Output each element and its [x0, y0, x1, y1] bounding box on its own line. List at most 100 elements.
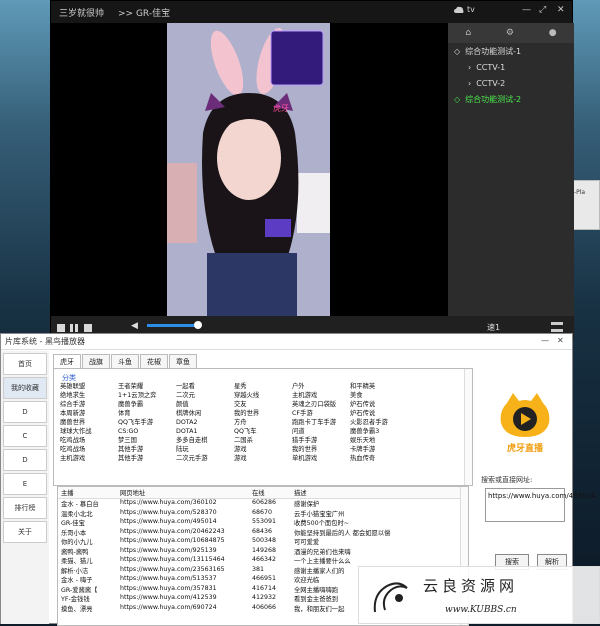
sidebar-item[interactable]: D [3, 449, 47, 471]
next-button[interactable] [84, 324, 92, 332]
tab-item[interactable]: 花椒 [140, 354, 168, 369]
category-item[interactable]: 多多自走棋 [176, 436, 234, 445]
sidebar-item[interactable]: 排行榜 [3, 497, 47, 519]
category-item[interactable]: DOTA1 [176, 427, 234, 436]
user-icon[interactable]: ● [549, 28, 557, 38]
category-item[interactable]: 跑跑卡丁车手游 [292, 418, 350, 427]
home-icon[interactable]: ⌂ [465, 28, 471, 38]
table-row[interactable]: 你的小九儿 https://www.huya.com/10684875 500348… [58, 537, 468, 547]
category-item[interactable]: 我的世界 [292, 445, 350, 454]
tab-item[interactable]: 战旗 [82, 354, 110, 369]
category-item[interactable]: 游戏 [234, 454, 292, 463]
tv-label[interactable]: tv [454, 5, 475, 14]
sidebar-item[interactable]: E [3, 473, 47, 495]
category-item[interactable]: 其他手游 [118, 454, 176, 463]
category-item[interactable]: CF手游 [292, 409, 350, 418]
category-item[interactable]: 吃鸡战场 [60, 445, 118, 454]
close-button[interactable]: ✕ [557, 336, 564, 345]
category-item[interactable]: QQ飞车手游 [118, 418, 176, 427]
category-item[interactable]: 户外 [292, 382, 350, 391]
category-item[interactable]: 英雄联盟 [60, 382, 118, 391]
category-item[interactable]: 猎手手游 [292, 436, 350, 445]
table-row[interactable]: 金水 - 慕白台 https://www.huya.com/360102 60628… [58, 499, 468, 509]
category-item[interactable]: 交友 [234, 400, 292, 409]
category-item[interactable]: 吃鸡战场 [60, 436, 118, 445]
column-header[interactable]: 主播 [58, 488, 120, 497]
category-item[interactable]: QQ飞车 [234, 427, 292, 436]
volume-knob[interactable] [194, 321, 202, 329]
category-item[interactable]: CS:GO [118, 427, 176, 436]
sidebar-item[interactable]: C [3, 425, 47, 447]
category-item[interactable]: 综合手游 [60, 400, 118, 409]
category-item[interactable]: 火影忍者手游 [350, 418, 408, 427]
category-item[interactable]: 球球大作战 [60, 427, 118, 436]
category-item[interactable]: 1+1云顶之弈 [118, 391, 176, 400]
category-item[interactable]: 单机游戏 [292, 454, 350, 463]
rate-label[interactable]: 速1 [487, 322, 500, 333]
settings-icon[interactable]: ⚙ [506, 28, 514, 38]
channel-item[interactable]: › CCTV-2 [448, 75, 574, 91]
table-row[interactable]: 柔猫、猫儿 https://www.huya.com/13115464 466342… [58, 556, 468, 566]
sidebar-item[interactable]: D [3, 401, 47, 423]
category-item[interactable]: 游戏 [234, 445, 292, 454]
category-item[interactable]: 梦三国 [118, 436, 176, 445]
category-item[interactable]: 我的世界 [234, 409, 292, 418]
grid-icon[interactable] [551, 322, 563, 332]
tab-item[interactable]: 虎牙 [53, 354, 81, 369]
category-item[interactable]: 魔兽争霸3 [350, 427, 408, 436]
sidebar-item[interactable]: 首页 [3, 353, 47, 375]
category-item[interactable]: 热血传奇 [350, 454, 408, 463]
table-row[interactable]: 酱鸭-酱鸭 https://www.huya.com/925139 149268 酒漫… [58, 547, 468, 557]
table-row[interactable]: GR-佳宝 https://www.huya.com/495014 553091 收费… [58, 518, 468, 528]
category-item[interactable]: 颜值 [176, 400, 234, 409]
category-item[interactable]: 炉石传说 [350, 400, 408, 409]
category-item[interactable]: 陆玩 [176, 445, 234, 454]
stop-button[interactable] [57, 324, 65, 332]
category-item[interactable]: 炉石传说 [350, 409, 408, 418]
volume-icon[interactable]: ◀ [131, 321, 138, 331]
category-item[interactable]: 主机游戏 [60, 454, 118, 463]
category-item[interactable]: 主机游戏 [292, 391, 350, 400]
category-item[interactable]: 体育 [118, 409, 176, 418]
category-item[interactable]: 棋牌休闲 [176, 409, 234, 418]
category-item[interactable]: 卡牌手游 [350, 445, 408, 454]
table-row[interactable]: 温柔小北北 https://www.huya.com/528370 68670 云手小… [58, 509, 468, 519]
category-item[interactable]: 问道 [292, 427, 350, 436]
column-header[interactable]: 描述 [294, 488, 462, 497]
tab-item[interactable]: 章鱼 [169, 354, 197, 369]
category-item[interactable]: 方舟 [234, 418, 292, 427]
table-row[interactable]: 乐哥小本 https://www.huya.com/20462243 68436 你能… [58, 528, 468, 538]
category-scrollbar[interactable] [464, 369, 472, 485]
category-item[interactable]: 英魂之刃口袋版 [292, 400, 350, 409]
video-area[interactable]: 虎牙 [51, 23, 448, 316]
pause-button[interactable] [70, 324, 73, 332]
category-item[interactable]: 和平精英 [350, 382, 408, 391]
sidebar-item[interactable]: 我的收藏 [3, 377, 47, 399]
minimize-button[interactable]: — [541, 336, 549, 345]
sidebar-item[interactable]: 关于 [3, 521, 47, 543]
category-item[interactable]: 一起看 [176, 382, 234, 391]
category-item[interactable]: 其他手游 [118, 445, 176, 454]
channel-item[interactable]: › CCTV-1 [448, 59, 574, 75]
minimize-button[interactable]: — [522, 5, 531, 15]
category-item[interactable]: 绝地求生 [60, 391, 118, 400]
category-item[interactable]: 本周新游 [60, 409, 118, 418]
channel-item[interactable]: ◇ 综合功能测试-2 [448, 91, 574, 107]
channel-item[interactable]: ◇ 综合功能测试-1 [448, 43, 574, 59]
category-item[interactable]: 星秀 [234, 382, 292, 391]
category-item[interactable]: DOTA2 [176, 418, 234, 427]
column-header[interactable]: 在线 [252, 488, 294, 497]
category-item[interactable]: 娱乐天地 [350, 436, 408, 445]
category-item[interactable]: 魔兽争霸 [118, 400, 176, 409]
category-item[interactable]: 魔兽世界 [60, 418, 118, 427]
url-input[interactable]: https://www.huya.com/495014 [485, 488, 595, 522]
category-item[interactable]: 二国杀 [234, 436, 292, 445]
volume-slider[interactable] [147, 324, 199, 327]
close-button[interactable]: ✕ [557, 5, 565, 15]
maximize-button[interactable]: ⤢ [539, 5, 546, 15]
category-item[interactable]: 王者荣耀 [118, 382, 176, 391]
tab-item[interactable]: 斗鱼 [111, 354, 139, 369]
category-item[interactable]: 二次元 [176, 391, 234, 400]
category-item[interactable]: 穿越火线 [234, 391, 292, 400]
column-header[interactable]: 网页地址 [120, 488, 252, 497]
